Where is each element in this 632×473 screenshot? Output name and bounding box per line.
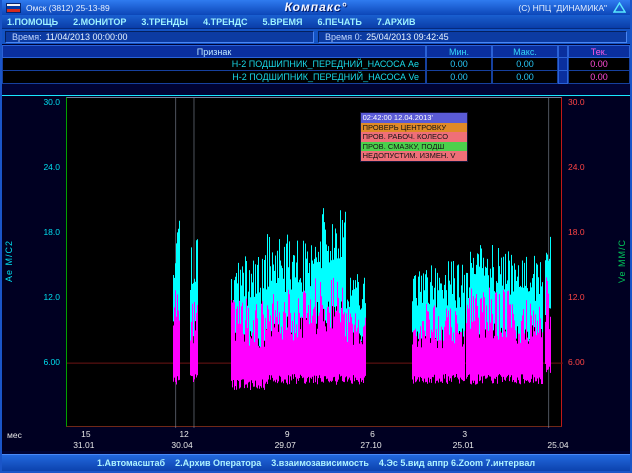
signal-name: Н-2 ПОДШИПНИК_ПЕРЕДНИЙ_НАСОСА Ае xyxy=(2,58,426,71)
y-left-tick-label: 6.00 xyxy=(43,357,60,367)
y-right-tick-label: 12.0 xyxy=(568,292,585,302)
x-date-tick-label: 31.01 xyxy=(73,440,94,450)
col-header-min: Мин. xyxy=(426,45,492,58)
menu-item-print[interactable]: 6.ПЕЧАТЬ xyxy=(318,17,362,27)
function-key-menu[interactable]: 1.Автомасштаб 2.Архив Оператора 3.взаимо… xyxy=(97,458,535,468)
signal-max: 0.00 xyxy=(492,71,558,84)
table-header-row: Признак Мин. Макс. Тек. xyxy=(2,45,630,58)
menu-bar: 1.ПОМОЩЬ 2.МОНИТОР 3.ТРЕНДЫ 4.ТРЕНДС 5.В… xyxy=(2,15,630,29)
x-date-tick-label: 27.10 xyxy=(360,440,381,450)
signal-cur: 0.00 xyxy=(568,71,630,84)
signal-cur: 0.00 xyxy=(568,58,630,71)
y-axis-right-ticks: 30.0 24.0 18.0 12.0 6.00 xyxy=(565,97,613,427)
annotation-alarm-text: ПРОВ. РАБОЧ. КОЛЕСО xyxy=(361,132,467,142)
table-row-ve[interactable]: Н-2 ПОДШИПНИК_ПЕРЕДНИЙ_НАСОСА Ve 0.00 0.… xyxy=(2,71,630,84)
menu-item-help[interactable]: 1.ПОМОЩЬ xyxy=(7,17,58,27)
trend-plot-svg xyxy=(67,98,563,428)
col-header-cur: Тек. xyxy=(568,45,630,58)
x-axis-unit-label: мес xyxy=(7,430,22,440)
trend-chart-panel: Ае М/С2 30.0 24.0 18.0 12.0 6.00 02:42:00 12… xyxy=(2,95,630,451)
annotation-alarm-text: НЕДОПУСТИМ. ИЗМЕН. V xyxy=(361,151,467,161)
annotation-timestamp: 02:42:00 12.04.2013' xyxy=(361,113,467,123)
table-row-ae[interactable]: Н-2 ПОДШИПНИК_ПЕРЕДНИЙ_НАСОСА Ае 0.00 0.… xyxy=(2,58,630,71)
time-start-value: 11/04/2013 00:00:00 xyxy=(46,32,128,42)
y-right-tick-label: 24.0 xyxy=(568,162,585,172)
menu-item-trends[interactable]: 3.ТРЕНДЫ xyxy=(141,17,188,27)
title-bar: Омск (3812) 25-13-89 Компакс° (С) НПЦ "Д… xyxy=(2,0,630,15)
annotation-alarm-text: ПРОВ. СМАЗКУ, ПОДШ xyxy=(361,142,467,152)
x-date-tick-label: 30.04 xyxy=(171,440,192,450)
x-date-tick-label: 29.07 xyxy=(275,440,296,450)
time-start-field: Время: 11/04/2013 00:00:00 xyxy=(5,31,314,43)
time-end-field: Время 0: 25/04/2013 09:42:45 xyxy=(318,31,627,43)
menu-item-trends2[interactable]: 4.ТРЕНДС xyxy=(203,17,247,27)
copyright-text: (С) НПЦ "ДИНАМИКА" xyxy=(518,3,607,13)
russian-flag-icon xyxy=(6,3,21,13)
signal-max: 0.00 xyxy=(492,58,558,71)
alarm-annotation: 02:42:00 12.04.2013'ПРОВЕРЬ ЦЕНТРОВКУПРО… xyxy=(360,112,468,162)
time-end-value: 25/04/2013 09:42:45 xyxy=(366,32,449,42)
signal-name: Н-2 ПОДШИПНИК_ПЕРЕДНИЙ_НАСОСА Ve xyxy=(2,71,426,84)
annotation-alarm-text: ПРОВЕРЬ ЦЕНТРОВКУ xyxy=(361,123,467,133)
menu-item-archive[interactable]: 7.АРХИВ xyxy=(377,17,416,27)
time-bar: Время: 11/04/2013 00:00:00 Время 0: 25/04/… xyxy=(2,29,630,44)
y-left-tick-label: 30.0 xyxy=(43,97,60,107)
y-axis-right-title: Ve ММ/С xyxy=(614,96,630,426)
signal-table: Признак Мин. Макс. Тек. Н-2 ПОДШИПНИК_ПЕ… xyxy=(2,45,630,84)
x-date-tick-label: 25.04 xyxy=(547,440,568,450)
kompaks-logo: Компакс° xyxy=(285,0,348,15)
x-axis-dates: 31.0130.0429.0727.1025.0125.04 xyxy=(66,429,563,451)
y-right-tick-label: 30.0 xyxy=(568,97,585,107)
y-left-tick-label: 12.0 xyxy=(43,292,60,302)
column-separator xyxy=(558,58,568,71)
signal-min: 0.00 xyxy=(426,58,492,71)
y-axis-left-ticks: 30.0 24.0 18.0 12.0 6.00 xyxy=(16,97,64,427)
function-key-bar: 1.Автомасштаб 2.Архив Оператора 3.взаимо… xyxy=(2,454,630,471)
y-right-tick-label: 18.0 xyxy=(568,227,585,237)
x-date-tick-label: 25.01 xyxy=(453,440,474,450)
col-header-signal: Признак xyxy=(2,45,426,58)
time-end-label: Время 0: xyxy=(325,32,362,42)
vendor-phone: Омск (3812) 25-13-89 xyxy=(26,3,110,13)
column-separator xyxy=(558,71,568,84)
menu-item-monitor[interactable]: 2.МОНИТОР xyxy=(73,17,126,27)
y-left-tick-label: 24.0 xyxy=(43,162,60,172)
time-start-label: Время: xyxy=(12,32,42,42)
kompaks-window: Омск (3812) 25-13-89 Компакс° (С) НПЦ "Д… xyxy=(0,0,632,473)
y-right-tick-label: 6.00 xyxy=(568,357,585,367)
trend-plot-area[interactable]: 02:42:00 12.04.2013'ПРОВЕРЬ ЦЕНТРОВКУПРО… xyxy=(66,97,562,427)
col-header-max: Макс. xyxy=(492,45,558,58)
dynamika-triangle-icon xyxy=(613,2,626,13)
y-left-tick-label: 18.0 xyxy=(43,227,60,237)
menu-item-time[interactable]: 5.ВРЕМЯ xyxy=(263,17,303,27)
column-separator xyxy=(558,45,568,58)
y-axis-left-title: Ае М/С2 xyxy=(2,96,16,426)
signal-min: 0.00 xyxy=(426,71,492,84)
